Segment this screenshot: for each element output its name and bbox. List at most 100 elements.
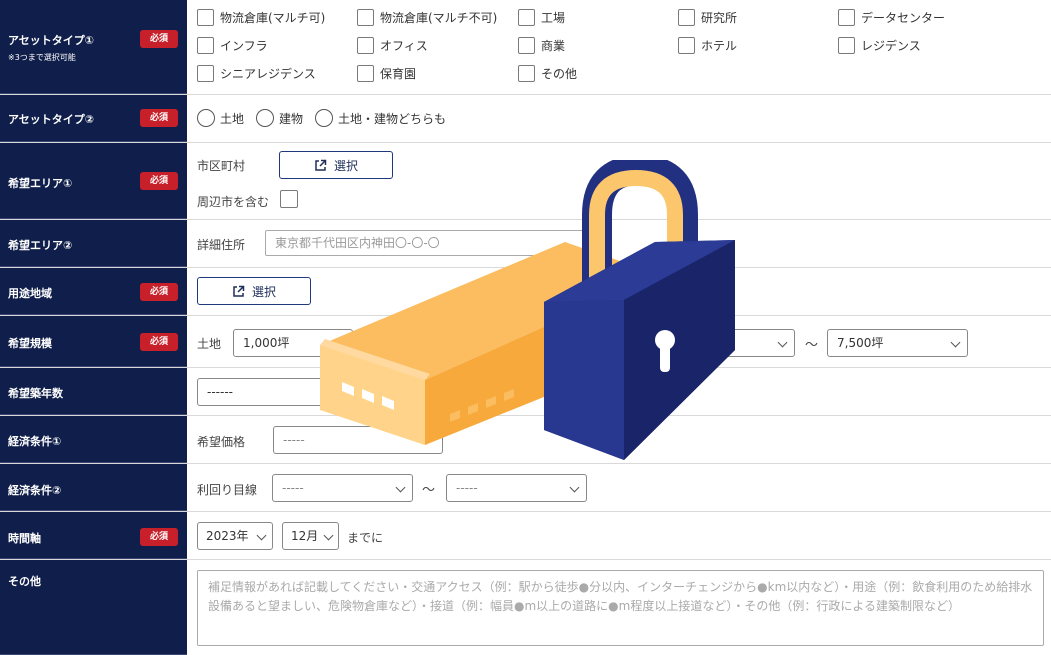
econ-2-content: 利回り目線 ----- 〜 ----- <box>187 464 1051 511</box>
building-age-label: 希望築年数 <box>8 387 63 400</box>
checkbox-datacenter[interactable]: データセンター <box>838 9 945 26</box>
asset-type-1-note: ※3つまで選択可能 <box>8 53 76 62</box>
checkbox-logistics-nonmulti[interactable]: 物流倉庫(マルチ不可) <box>357 9 497 26</box>
price-select[interactable]: ----- <box>273 426 443 454</box>
price-label: 希望価格 <box>197 435 246 449</box>
row-asset-type-2: アセットタイプ② 必須 土地 建物 土地・建物どちらも <box>0 95 1051 143</box>
checkbox-residence[interactable]: レジデンス <box>838 37 921 54</box>
radio-both[interactable]: 土地・建物どちらも <box>315 109 446 127</box>
checkbox-label: レジデンス <box>861 39 921 53</box>
land-max-select-left[interactable] <box>707 329 795 357</box>
checkbox-box[interactable] <box>357 9 374 26</box>
required-badge: 必須 <box>140 109 178 127</box>
checkbox-logistics-multi[interactable]: 物流倉庫(マルチ可) <box>197 9 325 26</box>
select-value: 2023年 <box>206 529 249 543</box>
checkbox-label: オフィス <box>380 39 428 53</box>
checkbox-other[interactable]: その他 <box>518 65 577 82</box>
checkbox-senior-residence[interactable]: シニアレジデンス <box>197 65 316 82</box>
label-cell: アセットタイプ① ※3つまで選択可能 必須 <box>0 0 187 94</box>
building-age-content: ------ <box>187 368 1051 415</box>
land-min-select[interactable]: 1,000坪 <box>233 329 353 357</box>
button-label: 選択 <box>333 158 358 173</box>
yield-min-select[interactable]: ----- <box>272 474 413 502</box>
checkbox-box[interactable] <box>280 190 298 208</box>
yield-max-select[interactable]: ----- <box>446 474 587 502</box>
address-label: 詳細住所 <box>197 238 246 252</box>
checkbox-label: 保育園 <box>380 67 417 81</box>
checkbox-box[interactable] <box>838 37 855 54</box>
area-2-label: 希望エリア② <box>8 239 73 252</box>
radio-circle[interactable] <box>315 109 333 127</box>
row-building-age: 希望築年数 ------ <box>0 368 1051 416</box>
asset-type-2-options: 土地 建物 土地・建物どちらも <box>187 95 1051 142</box>
timeline-suffix: までに <box>347 531 384 545</box>
nearby-label: 周辺市を含む <box>197 195 270 209</box>
select-value: 7,500坪 <box>837 336 884 350</box>
checkbox-box[interactable] <box>197 9 214 26</box>
chevron-down-icon <box>395 482 406 493</box>
label-cell: 経済条件② <box>0 464 187 511</box>
radio-circle[interactable] <box>256 109 274 127</box>
checkbox-hotel[interactable]: ホテル <box>678 37 737 54</box>
city-label: 市区町村 <box>197 159 246 173</box>
nearby-checkbox[interactable] <box>280 190 304 208</box>
row-asset-type-1: アセットタイプ① ※3つまで選択可能 必須 物流倉庫(マルチ可) 物流倉庫(マル… <box>0 0 1051 95</box>
year-select[interactable]: 2023年 <box>197 522 273 550</box>
month-select[interactable]: 12月 <box>282 522 339 550</box>
land-max-select[interactable]: 7,500坪 <box>827 329 968 357</box>
econ-1-content: 希望価格 ----- <box>187 416 1051 463</box>
checkbox-box[interactable] <box>518 37 535 54</box>
radio-label: 土地・建物どちらも <box>338 111 447 126</box>
land-label: 土地 <box>197 337 222 351</box>
city-select-button[interactable]: 選択 <box>279 151 393 179</box>
building-age-select[interactable]: ------ <box>197 378 327 406</box>
radio-label: 建物 <box>279 111 304 126</box>
checkbox-factory[interactable]: 工場 <box>518 9 565 26</box>
checkbox-office[interactable]: オフィス <box>357 37 428 54</box>
row-area-1: 希望エリア① 必須 市区町村 選択 周辺市を含む <box>0 143 1051 220</box>
radio-land[interactable]: 土地 <box>197 109 244 127</box>
label-cell: 経済条件① <box>0 416 187 463</box>
external-link-icon <box>233 285 245 297</box>
econ-2-label: 経済条件② <box>8 484 62 497</box>
checkbox-box[interactable] <box>678 37 695 54</box>
checkbox-box[interactable] <box>357 65 374 82</box>
checkbox-label: 商業 <box>541 39 566 53</box>
checkbox-label: 工場 <box>541 11 566 25</box>
checkbox-box[interactable] <box>197 37 214 54</box>
checkbox-nursery[interactable]: 保育園 <box>357 65 416 82</box>
checkbox-label: ホテル <box>701 39 738 53</box>
scale-content: 土地 1,000坪 〜 7,500坪 <box>187 316 1051 367</box>
required-badge: 必須 <box>140 333 178 351</box>
required-badge: 必須 <box>140 528 178 546</box>
zoning-select-button[interactable]: 選択 <box>197 277 311 305</box>
checkbox-box[interactable] <box>518 65 535 82</box>
checkbox-label: その他 <box>541 67 578 81</box>
label-cell: 希望築年数 <box>0 368 187 415</box>
checkbox-infra[interactable]: インフラ <box>197 37 268 54</box>
row-econ-1: 経済条件① 希望価格 ----- <box>0 416 1051 464</box>
chevron-down-icon <box>256 530 267 541</box>
radio-circle[interactable] <box>197 109 215 127</box>
row-scale: 希望規模 必須 土地 1,000坪 〜 7,500坪 <box>0 316 1051 368</box>
other-content: 補足情報があれば記載してください・交通アクセス（例：駅から徒歩●分以内、インター… <box>187 560 1051 655</box>
other-textarea[interactable]: 補足情報があれば記載してください・交通アクセス（例：駅から徒歩●分以内、インター… <box>197 570 1044 646</box>
checkbox-retail[interactable]: 商業 <box>518 37 565 54</box>
checkbox-box[interactable] <box>357 37 374 54</box>
checkbox-lab[interactable]: 研究所 <box>678 9 737 26</box>
checkbox-box[interactable] <box>197 65 214 82</box>
checkbox-box[interactable] <box>838 9 855 26</box>
address-input[interactable]: 東京都千代田区内神田〇-〇-〇 <box>265 230 585 256</box>
checkbox-box[interactable] <box>678 9 695 26</box>
econ-1-label: 経済条件① <box>8 435 62 448</box>
required-badge: 必須 <box>140 172 178 190</box>
button-label: 選択 <box>251 284 276 299</box>
checkbox-box[interactable] <box>518 9 535 26</box>
label-cell: 用途地域 必須 <box>0 268 187 315</box>
row-zoning: 用途地域 必須 選択 <box>0 268 1051 316</box>
required-badge: 必須 <box>140 30 178 48</box>
area-1-content: 市区町村 選択 周辺市を含む <box>187 143 1051 219</box>
checkbox-label: 物流倉庫(マルチ可) <box>220 11 326 25</box>
radio-building[interactable]: 建物 <box>256 109 303 127</box>
area-1-label: 希望エリア① <box>8 177 73 190</box>
